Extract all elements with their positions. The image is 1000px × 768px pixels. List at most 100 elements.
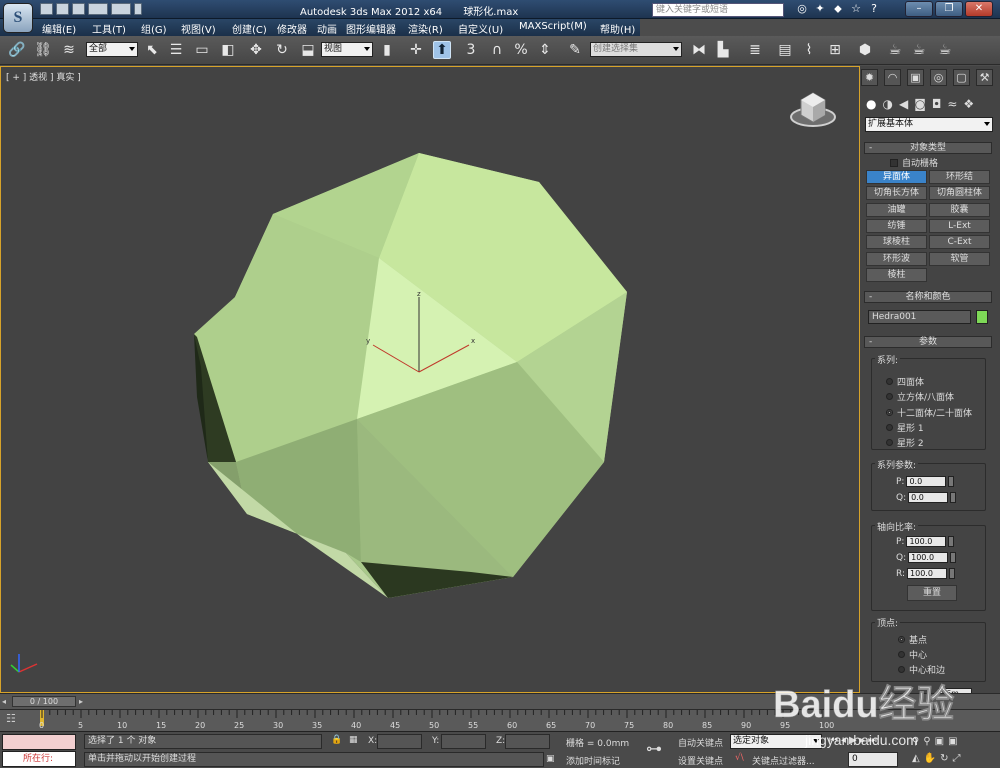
scale-icon[interactable]: ⬓	[299, 41, 317, 59]
menu-create[interactable]: 创建(C)	[232, 21, 267, 36]
rotate-icon[interactable]: ↻	[273, 41, 291, 59]
menu-edit[interactable]: 编辑(E)	[42, 21, 76, 36]
y-coord-field[interactable]	[441, 734, 486, 749]
keyboard-shortcut-override-icon[interactable]: ⬆	[433, 41, 451, 59]
graphite-ribbon-icon[interactable]: ▤	[776, 41, 794, 59]
unlink-icon[interactable]: ⛓	[34, 41, 52, 59]
fov-icon[interactable]: ◭	[912, 753, 920, 764]
hierarchy-tab-icon[interactable]: ▣	[907, 69, 924, 86]
cameras-icon[interactable]: ◙	[914, 97, 926, 111]
c-ext-button[interactable]: C-Ext	[929, 235, 990, 249]
help-icon[interactable]: ?	[867, 2, 881, 16]
time-slider-thumb[interactable]: 0 / 100	[12, 696, 76, 707]
p-spinner[interactable]: P: 0.0	[896, 476, 955, 487]
pan-icon[interactable]: ✋	[924, 753, 936, 764]
axis-p-spinner[interactable]: P: 100.0	[896, 536, 955, 547]
menu-rendering[interactable]: 渲染(R)	[408, 21, 443, 36]
open-file-icon[interactable]	[56, 3, 69, 15]
axis-r-spinner[interactable]: R: 100.0	[896, 568, 956, 579]
name-color-rollout[interactable]: 名称和颜色	[864, 291, 992, 303]
orbit-icon[interactable]: ↻	[940, 753, 948, 764]
zoom-extents-all-icon[interactable]: ▣	[948, 736, 957, 747]
gengon-button[interactable]: 球棱柱	[866, 235, 927, 249]
family-tetra-radio[interactable]: 四面体	[886, 375, 924, 388]
spindle-button[interactable]: 纺锤	[866, 219, 927, 233]
object-color-swatch[interactable]	[976, 310, 988, 324]
mirror-icon[interactable]: ⧓	[690, 41, 708, 59]
family-dodec-radio[interactable]: 十二面体/二十面体	[886, 406, 972, 419]
motion-tab-icon[interactable]: ◎	[930, 69, 947, 86]
selection-filter-dropdown[interactable]: 全部	[86, 42, 138, 57]
named-selection-dropdown[interactable]: 创建选择集	[590, 42, 682, 57]
perspective-viewport[interactable]: [ + ] 透视 ] 真实 ] z y x	[0, 66, 860, 693]
align-icon[interactable]: ▙	[714, 41, 732, 59]
menu-animation[interactable]: 动画	[317, 21, 337, 36]
zoom-icon[interactable]: ⚲	[912, 736, 919, 747]
reference-coordinate-dropdown[interactable]: 视图	[321, 42, 373, 57]
oil-tank-button[interactable]: 油罐	[866, 203, 927, 217]
select-manipulate-icon[interactable]: ✛	[407, 41, 425, 59]
family-star2-radio[interactable]: 星形 2	[886, 436, 924, 449]
binoculars-icon[interactable]: ◎	[795, 2, 809, 16]
current-frame-field[interactable]: 0	[848, 752, 898, 767]
family-cube-radio[interactable]: 立方体/八面体	[886, 390, 954, 403]
object-name-field[interactable]: Hedra001	[868, 310, 971, 324]
menu-help[interactable]: 帮助(H)	[600, 21, 635, 36]
zoom-extents-icon[interactable]: ▣	[935, 736, 944, 747]
hose-button[interactable]: 软管	[929, 252, 990, 266]
checkbox-box[interactable]	[890, 158, 898, 167]
display-tab-icon[interactable]: ▢	[953, 69, 970, 86]
material-editor-icon[interactable]: ⬢	[856, 41, 874, 59]
zoom-all-icon[interactable]: ⚲	[923, 736, 930, 747]
spacewarps-icon[interactable]: ≈	[947, 97, 957, 111]
new-file-icon[interactable]	[40, 3, 53, 15]
add-time-tag-icon[interactable]: ▣	[546, 754, 555, 764]
set-key-icon[interactable]: ⊶	[646, 739, 662, 758]
move-icon[interactable]: ✥	[247, 41, 265, 59]
spinner-snap-icon[interactable]: ⇕	[536, 41, 554, 59]
star-icon[interactable]: ☆	[849, 2, 863, 16]
render-production-icon[interactable]: ☕	[936, 41, 954, 59]
menu-customize[interactable]: 自定义(U)	[458, 21, 503, 36]
snap-3d-icon[interactable]: 3	[462, 41, 480, 59]
rect-selection-icon[interactable]: ▭	[193, 41, 211, 59]
x-coord-field[interactable]	[377, 734, 422, 749]
time-slider[interactable]: 0 / 100 ◂ ▸	[0, 693, 1000, 709]
save-file-icon[interactable]	[72, 3, 85, 15]
link-icon[interactable]: 🔗	[8, 41, 26, 59]
capsule-button[interactable]: 胶囊	[929, 203, 990, 217]
maximize-viewport-icon[interactable]: ⤢	[953, 753, 961, 764]
pivot-center-icon[interactable]: ▮	[378, 41, 396, 59]
menu-views[interactable]: 视图(V)	[181, 21, 216, 36]
systems-icon[interactable]: ❖	[963, 97, 974, 111]
minimize-button[interactable]: –	[905, 1, 933, 17]
viewcube-icon[interactable]	[790, 92, 836, 127]
percent-snap-icon[interactable]: %	[512, 41, 530, 59]
autogrid-checkbox[interactable]: 自动栅格	[890, 156, 938, 169]
layer-manager-icon[interactable]: ≣	[746, 41, 764, 59]
torus-knot-button[interactable]: 环形结	[929, 170, 990, 184]
bind-spacewarp-icon[interactable]: ≋	[60, 41, 78, 59]
slider-right-arrow-icon[interactable]: ▸	[79, 697, 83, 706]
chamfer-cyl-button[interactable]: 切角圆柱体	[929, 186, 990, 200]
tools-icon[interactable]: ✦	[813, 2, 827, 16]
undo-icon[interactable]	[88, 3, 108, 15]
l-ext-button[interactable]: L-Ext	[929, 219, 990, 233]
close-button[interactable]: ✕	[965, 1, 993, 17]
helpers-icon[interactable]: ◘	[932, 97, 942, 111]
auto-key-button[interactable]: 自动关键点	[678, 736, 723, 749]
set-key-button[interactable]: 设置关键点	[678, 754, 723, 767]
hedra-button[interactable]: 异面体	[866, 170, 927, 184]
vertex-basepoint-radio[interactable]: 基点	[898, 633, 927, 646]
menu-group[interactable]: 组(G)	[141, 21, 167, 36]
lights-icon[interactable]: ◀	[899, 97, 908, 111]
edit-named-selection-icon[interactable]: ✎	[566, 41, 584, 59]
window-crossing-icon[interactable]: ◧	[219, 41, 237, 59]
object-type-rollout[interactable]: 对象类型	[864, 142, 992, 154]
hedra-object[interactable]	[194, 153, 627, 598]
menu-graph-editors[interactable]: 图形编辑器	[346, 21, 396, 36]
play-icon[interactable]: ▶	[849, 735, 857, 746]
parameters-rollout[interactable]: 参数	[864, 336, 992, 348]
rendered-frame-icon[interactable]: ☕	[910, 41, 928, 59]
add-time-tag[interactable]: 添加时间标记	[566, 754, 620, 767]
